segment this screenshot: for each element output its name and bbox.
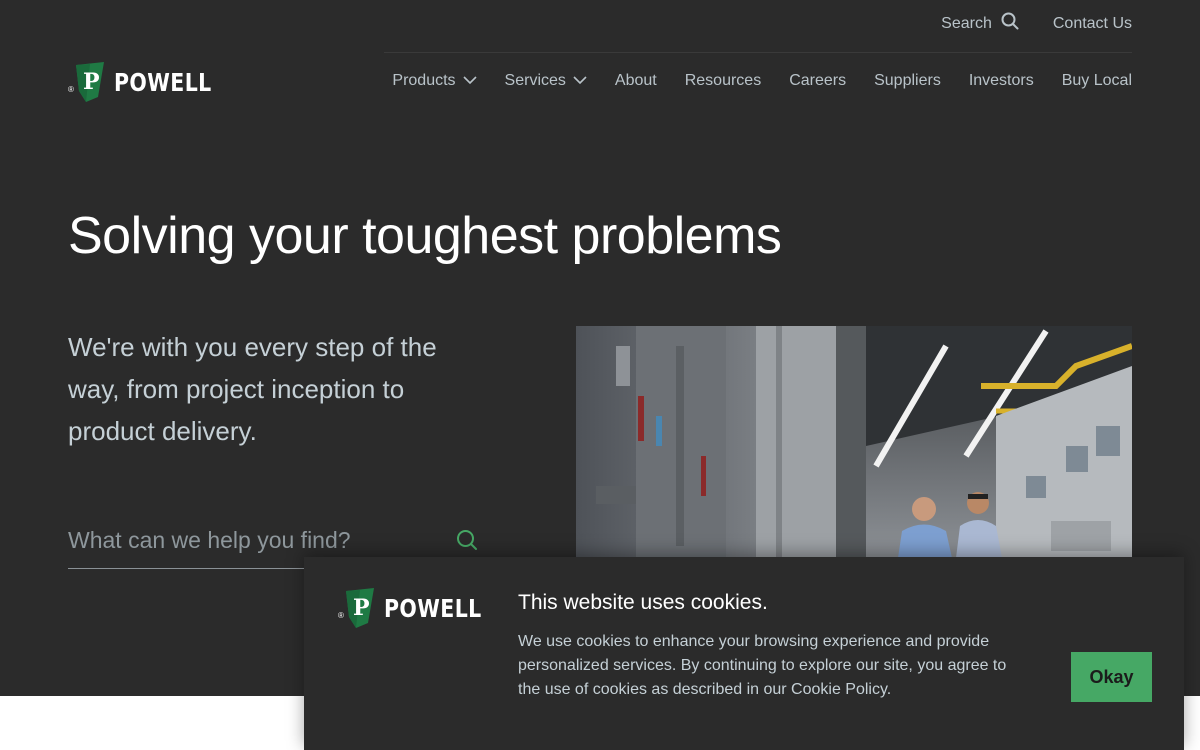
utility-nav: Search Contact Us: [941, 12, 1132, 35]
hero-title: Solving your toughest problems: [68, 207, 782, 265]
cookie-banner: ® P POWELL This website uses cookies. We…: [304, 557, 1184, 750]
nav-item-suppliers[interactable]: Suppliers: [874, 72, 941, 90]
chevron-down-icon: [462, 72, 477, 90]
cookie-title: This website uses cookies.: [518, 591, 768, 614]
okay-button[interactable]: Okay: [1071, 652, 1152, 702]
nav-item-about[interactable]: About: [615, 72, 657, 90]
powell-logo-mark: ® P: [338, 588, 374, 628]
header-divider: [384, 52, 1132, 53]
hero-subtitle: We're with you every step of the way, fr…: [68, 332, 437, 446]
svg-text:®: ®: [68, 85, 74, 94]
search-link[interactable]: Search: [941, 12, 1019, 35]
nav-item-label: Services: [504, 72, 566, 89]
nav-item-resources[interactable]: Resources: [685, 72, 761, 90]
svg-text:P: P: [353, 595, 370, 621]
nav-item-label: Products: [392, 72, 456, 89]
svg-text:P: P: [83, 69, 100, 95]
search-icon[interactable]: [454, 527, 480, 553]
search-link-label: Search: [941, 14, 992, 32]
contact-us-link[interactable]: Contact Us: [1053, 15, 1132, 33]
cookie-banner-logo: ® P POWELL: [338, 587, 503, 629]
logo-wordmark: POWELL: [384, 593, 482, 623]
nav-item-careers[interactable]: Careers: [789, 72, 846, 90]
nav-item-services[interactable]: Services: [505, 72, 587, 90]
powell-logo[interactable]: ® P POWELL: [68, 61, 233, 103]
hero-photo-switchgear: [576, 326, 1132, 558]
nav-item-products[interactable]: Products: [392, 72, 477, 90]
svg-text:®: ®: [338, 611, 344, 620]
main-nav: Products Services About Resources Career…: [392, 72, 1132, 90]
nav-item-investors[interactable]: Investors: [969, 72, 1034, 90]
cookie-text: We use cookies to enhance your browsing …: [518, 633, 1007, 698]
powell-logo-mark: ® P: [68, 62, 104, 102]
chevron-down-icon: [573, 72, 587, 90]
nav-item-buy-local[interactable]: Buy Local: [1062, 72, 1132, 90]
logo-wordmark: POWELL: [114, 67, 212, 97]
search-icon: [1001, 12, 1019, 35]
